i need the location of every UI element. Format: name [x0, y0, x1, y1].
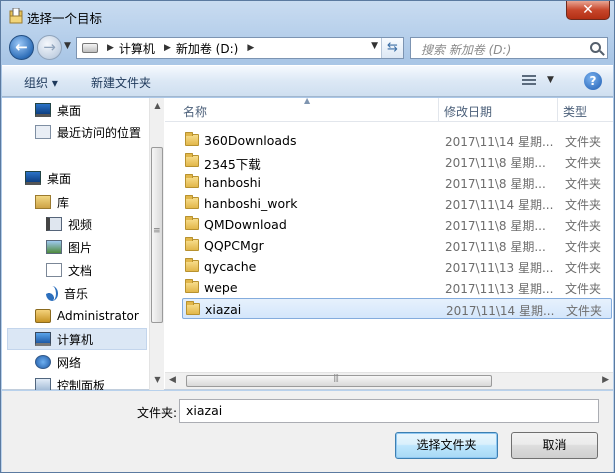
file-row[interactable]: 2345下载 2017\11\8 星期... 文件夹	[182, 151, 612, 172]
hscroll-thumb[interactable]	[186, 373, 492, 387]
back-arrow-icon: ←	[15, 38, 28, 56]
scroll-up-icon[interactable]: ▲	[150, 98, 164, 114]
file-list: ▲ 名称 修改日期 类型 360Downloads 2017\11\14 星期..…	[165, 98, 613, 390]
refresh-icon[interactable]: ⇆	[381, 38, 403, 58]
user-folder-icon	[35, 309, 51, 323]
column-divider[interactable]	[438, 98, 439, 122]
sidebar-item-administrator[interactable]: Administrator	[35, 305, 139, 327]
folder-icon	[185, 279, 199, 293]
recent-places-icon	[35, 125, 51, 139]
sort-ascending-icon: ▲	[304, 98, 311, 105]
organize-menu[interactable]: 组织 ▾	[24, 74, 58, 91]
folder-icon	[185, 216, 199, 230]
sidebar-item-computer[interactable]: 计算机	[7, 328, 147, 350]
sidebar-item-desktop-fav[interactable]: 桌面	[35, 99, 81, 121]
sidebar-item-desktop[interactable]: 桌面	[25, 167, 71, 189]
search-placeholder: 搜索 新加卷 (D:)	[421, 43, 512, 57]
file-row[interactable]: wepe 2017\11\13 星期... 文件夹	[182, 277, 612, 298]
folder-app-icon	[9, 7, 23, 24]
folder-icon	[185, 153, 199, 167]
control-panel-icon	[35, 378, 51, 390]
column-date[interactable]: 修改日期	[444, 103, 492, 120]
sidebar-scroll-thumb[interactable]	[151, 147, 163, 323]
music-icon	[46, 285, 58, 301]
breadcrumb-computer[interactable]: 计算机	[119, 40, 155, 57]
sidebar-item-control-panel[interactable]: 控制面板	[35, 374, 105, 390]
network-icon	[35, 355, 51, 369]
sidebar-item-pictures[interactable]: 图片	[46, 236, 92, 258]
computer-drive-icon	[82, 43, 98, 53]
column-name[interactable]: 名称	[183, 103, 207, 120]
sidebar-item-music[interactable]: 音乐	[46, 282, 88, 304]
folder-field-label: 文件夹:	[137, 406, 178, 420]
scroll-right-icon[interactable]: ▶	[602, 375, 609, 385]
folder-icon	[185, 195, 199, 209]
title-bar: 选择一个目标 ✕	[1, 1, 614, 31]
chevron-right-icon[interactable]: ▶	[164, 43, 171, 53]
new-folder-button[interactable]: 新建文件夹	[91, 74, 151, 91]
folder-icon	[185, 237, 199, 251]
column-divider[interactable]	[557, 98, 558, 122]
help-icon[interactable]: ?	[584, 72, 602, 90]
view-options-icon[interactable]	[522, 75, 536, 87]
search-icon	[590, 42, 601, 53]
navigation-pane: 桌面 最近访问的位置 桌面 库 视频 图片 文档 音乐 Administrato…	[2, 98, 164, 390]
file-row[interactable]: hanboshi 2017\11\8 星期... 文件夹	[182, 172, 612, 193]
sidebar-item-documents[interactable]: 文档	[46, 259, 92, 281]
folder-icon	[186, 301, 200, 315]
scroll-left-icon[interactable]: ◀	[169, 375, 176, 385]
library-icon	[35, 195, 51, 209]
desktop-icon	[35, 103, 51, 117]
file-list-hscrollbar[interactable]: ◀ ▶	[165, 372, 613, 389]
column-header-row: ▲ 名称 修改日期 类型	[165, 98, 613, 122]
folder-icon	[185, 258, 199, 272]
back-button[interactable]: ←	[9, 35, 34, 60]
file-row[interactable]: QMDownload 2017\11\8 星期... 文件夹	[182, 214, 612, 235]
documents-icon	[46, 263, 62, 277]
chevron-right-icon[interactable]: ▶	[247, 43, 254, 53]
file-row-selected[interactable]: xiazai 2017\11\14 星期... 文件夹	[182, 298, 612, 319]
address-bar[interactable]: ▶ 计算机 ▶ 新加卷 (D:) ▶ ▼ ⇆	[76, 37, 404, 59]
folder-name-field[interactable]: xiazai	[179, 399, 599, 423]
browser-content: 桌面 最近访问的位置 桌面 库 视频 图片 文档 音乐 Administrato…	[2, 98, 613, 390]
file-row[interactable]: qycache 2017\11\13 星期... 文件夹	[182, 256, 612, 277]
view-dropdown-icon[interactable]: ▼	[547, 75, 554, 85]
window-title: 选择一个目标	[27, 11, 103, 26]
navigation-bar: ← → ▼ ▶ 计算机 ▶ 新加卷 (D:) ▶ ▼ ⇆ 搜索 新加卷 (D:)	[1, 31, 614, 63]
history-dropdown-icon[interactable]: ▼	[64, 41, 71, 51]
pictures-icon	[46, 240, 62, 254]
sidebar-item-library[interactable]: 库	[35, 191, 69, 213]
forward-button[interactable]: →	[37, 35, 62, 60]
close-icon: ✕	[582, 2, 594, 18]
file-row[interactable]: QQPCMgr 2017\11\8 星期... 文件夹	[182, 235, 612, 256]
file-row[interactable]: 360Downloads 2017\11\14 星期... 文件夹	[182, 130, 612, 151]
desktop-icon	[25, 171, 41, 185]
folder-icon	[185, 132, 199, 146]
file-row[interactable]: hanboshi_work 2017\11\14 星期... 文件夹	[182, 193, 612, 214]
breadcrumb-drive-d[interactable]: 新加卷 (D:)	[176, 40, 238, 57]
folder-icon	[185, 174, 199, 188]
forward-arrow-icon: →	[43, 38, 56, 56]
address-dropdown-icon[interactable]: ▼	[371, 41, 378, 51]
chevron-right-icon[interactable]: ▶	[107, 43, 114, 53]
sidebar-scrollbar[interactable]: ▲ ▼	[149, 98, 164, 390]
column-type[interactable]: 类型	[563, 103, 587, 120]
sidebar-item-network[interactable]: 网络	[35, 351, 81, 373]
close-button[interactable]: ✕	[566, 1, 610, 20]
cancel-button[interactable]: 取消	[511, 432, 598, 459]
select-folder-button[interactable]: 选择文件夹	[395, 432, 498, 459]
dialog-footer: 文件夹: xiazai 选择文件夹 取消	[2, 391, 613, 472]
search-input[interactable]: 搜索 新加卷 (D:)	[410, 37, 608, 59]
computer-icon	[35, 332, 51, 346]
select-target-dialog: 选择一个目标 ✕ ← → ▼ ▶ 计算机 ▶ 新加卷 (D:) ▶ ▼ ⇆ 搜索…	[0, 0, 615, 473]
sidebar-item-recent[interactable]: 最近访问的位置	[35, 121, 141, 143]
video-icon	[46, 217, 62, 231]
sidebar-item-video[interactable]: 视频	[46, 213, 92, 235]
scroll-down-icon[interactable]: ▼	[150, 372, 164, 388]
command-toolbar: 组织 ▾ 新建文件夹 ▼ ?	[2, 65, 613, 97]
